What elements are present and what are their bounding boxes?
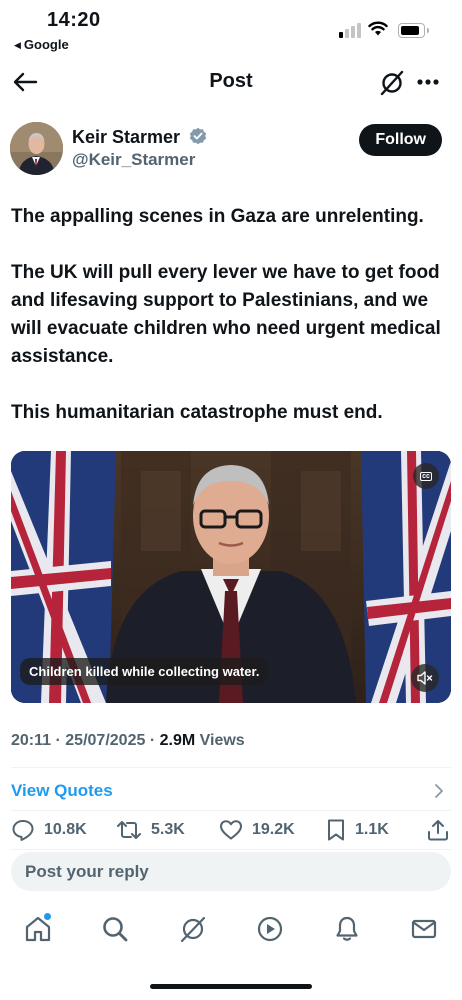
captions-icon: cc <box>420 471 432 481</box>
signal-icon <box>339 22 361 38</box>
bookmark-icon <box>328 819 344 841</box>
follow-button[interactable]: Follow <box>359 124 442 156</box>
separator: · <box>55 732 61 749</box>
tab-messages[interactable] <box>410 915 438 948</box>
reply-count: 10.8K <box>44 821 87 838</box>
back-app-label: Google <box>23 37 69 52</box>
muted-speaker-icon <box>417 671 433 685</box>
bottom-tab-bar <box>0 905 462 955</box>
captions-button[interactable]: cc <box>413 463 439 489</box>
more-options-icon[interactable] <box>416 78 440 86</box>
avatar[interactable] <box>10 122 63 175</box>
video-caption: Children killed while collecting water. <box>20 658 269 685</box>
post-text: The appalling scenes in Gaza are unrelen… <box>11 203 453 455</box>
reply-icon <box>12 820 34 841</box>
repost-icon <box>117 821 141 839</box>
repost-count: 5.3K <box>151 821 185 838</box>
separator: · <box>149 732 156 749</box>
back-to-app-link[interactable]: ◀ Google <box>14 37 69 52</box>
like-button[interactable]: 19.2K <box>219 818 295 842</box>
tab-search[interactable] <box>101 915 129 948</box>
tab-grok[interactable] <box>179 915 207 948</box>
battery-icon <box>398 23 429 38</box>
unread-dot <box>44 913 51 920</box>
bookmark-count: 1.1K <box>355 821 389 838</box>
verified-badge-icon <box>189 128 207 145</box>
heart-icon <box>220 820 242 840</box>
author-name-text: Keir Starmer <box>72 127 181 147</box>
tab-notifications[interactable] <box>334 915 360 948</box>
mute-button[interactable] <box>411 664 439 692</box>
chevron-right-icon[interactable] <box>434 783 444 799</box>
author-name[interactable]: Keir Starmer <box>72 127 207 148</box>
share-icon <box>428 820 448 841</box>
action-bar: 10.8K 5.3K 19.2K 1.1K <box>0 818 462 846</box>
post-meta: 20:11 · 25/07/2025 · 2.9M Views <box>11 732 245 750</box>
notifications-icon <box>336 916 358 941</box>
search-icon <box>103 917 128 942</box>
tab-video[interactable] <box>256 915 284 948</box>
post-paragraph: The appalling scenes in Gaza are unrelen… <box>11 206 424 227</box>
wifi-icon <box>368 21 388 36</box>
views-count[interactable]: 2.9M <box>160 732 196 749</box>
status-bar: 14:20 ◀ Google <box>0 0 462 60</box>
bookmark-button[interactable]: 1.1K <box>326 818 389 842</box>
reply-input[interactable]: Post your reply <box>11 852 451 891</box>
repost-button[interactable]: 5.3K <box>116 818 185 842</box>
post-date: 25/07/2025 <box>65 732 146 749</box>
tab-home[interactable] <box>24 913 52 948</box>
video-icon <box>257 916 283 942</box>
video-player[interactable]: cc Children killed while collecting wate… <box>11 451 451 703</box>
share-button[interactable] <box>427 818 449 842</box>
reply-button[interactable]: 10.8K <box>11 818 87 842</box>
author-row: Keir Starmer @Keir_Starmer Follow <box>10 122 452 178</box>
divider <box>11 810 451 811</box>
view-quotes-link[interactable]: View Quotes <box>11 781 113 801</box>
post-paragraph: The UK will pull every lever we have to … <box>11 262 441 367</box>
home-indicator[interactable] <box>150 984 312 989</box>
views-label[interactable]: Views <box>200 732 245 749</box>
messages-icon <box>411 919 437 939</box>
author-handle[interactable]: @Keir_Starmer <box>72 150 195 170</box>
post-time: 20:11 <box>11 732 52 749</box>
divider <box>11 849 451 850</box>
grok-icon[interactable] <box>379 70 405 96</box>
post-header: Post <box>0 60 462 104</box>
divider <box>11 767 451 768</box>
grok-icon <box>180 916 206 943</box>
back-triangle-icon: ◀ <box>14 40 21 50</box>
like-count: 19.2K <box>252 821 295 838</box>
status-time: 14:20 <box>47 9 101 31</box>
post-paragraph: This humanitarian catastrophe must end. <box>11 402 383 423</box>
